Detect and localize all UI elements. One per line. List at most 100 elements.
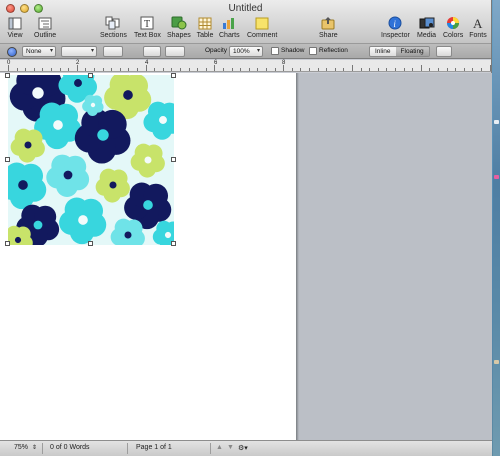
ruler-tick: [162, 68, 164, 71]
fonts-button[interactable]: A Fonts: [469, 15, 487, 39]
status-divider: [127, 443, 128, 454]
shapes-button[interactable]: Shapes: [167, 15, 191, 39]
desktop-item: [494, 120, 499, 124]
window-title: Untitled: [228, 3, 263, 14]
table-label: Table: [196, 32, 214, 39]
resize-handle[interactable]: [5, 157, 10, 162]
resize-handle[interactable]: [171, 241, 176, 246]
status-divider: [42, 443, 43, 454]
ruler-tick: [76, 65, 78, 71]
text-box-button[interactable]: T Text Box: [134, 15, 161, 39]
reflection-checkbox[interactable]: [309, 47, 317, 55]
outline-label: Outline: [34, 32, 57, 39]
comment-icon: [253, 15, 271, 31]
pages-window: Untitled View Outline Sections T Text Bo…: [0, 0, 492, 456]
ruler-tick: [180, 68, 181, 71]
page-shadow: [296, 73, 299, 440]
ruler-tick: [446, 68, 448, 71]
ruler-tick: [111, 68, 113, 71]
wrap-segmented-control: Inline Floating: [369, 46, 430, 57]
ruler-tick: [197, 68, 199, 71]
ruler-tick: [343, 68, 345, 71]
view-icon: [6, 15, 24, 31]
comment-label: Comment: [247, 32, 278, 39]
ruler-tick: [240, 68, 242, 71]
shadow-checkbox[interactable]: [271, 47, 279, 55]
view-button[interactable]: View: [6, 15, 24, 39]
reflection-label: Reflection: [319, 47, 348, 54]
shapes-icon: [170, 15, 188, 31]
media-label: Media: [417, 32, 437, 39]
ruler-tick: [360, 68, 362, 71]
next-page-icon[interactable]: ▼: [227, 444, 234, 451]
opacity-select[interactable]: 100%: [229, 46, 263, 57]
stroke-color-well[interactable]: [103, 46, 123, 57]
inline-wrap-button[interactable]: Inline: [370, 47, 396, 56]
share-icon: [319, 15, 337, 31]
stroke-width-select[interactable]: [61, 46, 97, 57]
resize-handle[interactable]: [171, 73, 176, 78]
charts-button[interactable]: Charts: [219, 15, 240, 39]
sections-label: Sections: [100, 32, 127, 39]
resize-handle[interactable]: [88, 241, 93, 246]
sections-button[interactable]: Sections: [100, 15, 127, 39]
ruler-tick: [214, 65, 216, 71]
ruler-tick: [309, 68, 310, 71]
outline-button[interactable]: Outline: [34, 15, 56, 39]
ruler-tick: [455, 68, 457, 71]
document-canvas[interactable]: [0, 73, 492, 440]
previous-page-icon[interactable]: ▲: [216, 444, 223, 451]
ruler-tick: [51, 68, 52, 71]
colors-button[interactable]: Colors: [443, 15, 463, 39]
ruler-tick: [119, 68, 121, 71]
image-style-icon[interactable]: [7, 47, 17, 57]
resize-handle[interactable]: [171, 157, 176, 162]
ruler-tick: [412, 68, 414, 71]
resize-handle[interactable]: [88, 73, 93, 78]
ruler-tick: [94, 68, 95, 71]
table-button[interactable]: Table: [196, 15, 214, 39]
wrap-options-button[interactable]: [436, 46, 452, 57]
desktop-item: [494, 360, 499, 364]
media-button[interactable]: Media: [417, 15, 436, 39]
svg-text:A: A: [473, 16, 483, 30]
ruler-tick: [317, 68, 319, 71]
resize-handle[interactable]: [5, 73, 10, 78]
ruler-tick: [248, 68, 250, 71]
ruler-tick: [377, 68, 379, 71]
share-button[interactable]: Share: [319, 15, 338, 39]
ruler-tick: [25, 68, 27, 71]
status-divider: [210, 443, 211, 454]
line-endpoints-button[interactable]: [143, 46, 161, 57]
format-bar: None Opacity 100% Shadow Reflection Inli…: [0, 44, 491, 59]
ruler-tick: [472, 68, 474, 71]
ruler-tick: [274, 68, 276, 71]
zoom-select[interactable]: 75%: [14, 444, 28, 451]
frame-button[interactable]: [165, 46, 185, 57]
gear-icon[interactable]: ⚙▾: [238, 444, 248, 452]
word-count[interactable]: 0 of 0 Words: [50, 444, 90, 451]
inspector-button[interactable]: i Inspector: [381, 15, 410, 39]
outline-icon: [36, 15, 54, 31]
horizontal-ruler: 0 2 4 6 8: [0, 60, 491, 72]
document-page[interactable]: [0, 73, 296, 440]
ruler-tick: [68, 68, 70, 71]
comment-button[interactable]: Comment: [247, 15, 277, 39]
resize-handle[interactable]: [5, 241, 10, 246]
ruler-tick: [154, 68, 156, 71]
text-box-icon: T: [138, 15, 156, 31]
ruler-tick: [352, 65, 353, 71]
floating-wrap-button[interactable]: Floating: [395, 47, 429, 56]
title-bar: Untitled View Outline Sections T Text Bo…: [0, 0, 491, 44]
stroke-style-select[interactable]: None: [22, 46, 56, 57]
text-box-label: Text Box: [134, 32, 161, 39]
ruler-tick: [291, 68, 293, 71]
ruler-tick: [171, 68, 173, 71]
ruler-tick: [395, 68, 396, 71]
status-bar: 75% ⇕ 0 of 0 Words Page 1 of 1 ▲ ▼ ⚙▾: [0, 440, 492, 456]
inspector-label: Inspector: [381, 32, 410, 39]
sections-icon: [104, 15, 122, 31]
floral-image[interactable]: [8, 75, 174, 245]
zoom-stepper-icon[interactable]: ⇕: [32, 444, 37, 451]
colors-label: Colors: [443, 32, 464, 39]
